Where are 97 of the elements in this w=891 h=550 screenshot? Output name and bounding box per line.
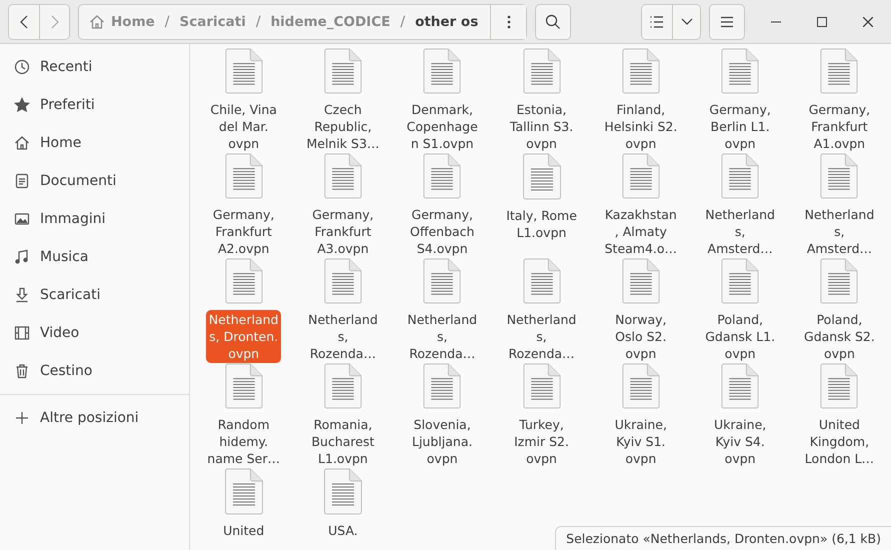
sidebar-item[interactable]: Scaricati: [0, 276, 189, 314]
file-name[interactable]: Romania, Bucharest L1.ovpn: [308, 415, 378, 468]
sidebar-item[interactable]: Cestino: [0, 352, 189, 390]
file-name[interactable]: Germany, Berlin L1. ovpn: [706, 100, 774, 153]
path-segment[interactable]: other os: [411, 8, 482, 36]
file-name[interactable]: United Kingdom, London L…: [802, 415, 878, 468]
menu-button[interactable]: [709, 4, 745, 40]
sidebar-item[interactable]: Preferiti: [0, 86, 189, 124]
music-note-icon: [14, 249, 30, 265]
text-file-icon: [522, 258, 562, 305]
file-name[interactable]: Germany, Offenbach S4.ovpn: [407, 205, 478, 258]
text-file-icon: [522, 153, 562, 201]
file-name[interactable]: Ukraine, Kyiv S4. ovpn: [711, 415, 770, 468]
sidebar-item[interactable]: Musica: [0, 238, 189, 276]
text-file-icon: [224, 258, 264, 305]
trash-icon: [14, 363, 30, 379]
file-name[interactable]: Poland, Gdansk S2. ovpn: [801, 310, 878, 363]
text-file-icon: [522, 48, 562, 95]
home-icon: [89, 14, 105, 30]
plus-icon: [14, 410, 30, 426]
path-separator: /: [254, 14, 262, 30]
list-icon: [649, 14, 665, 30]
text-file-icon: [322, 258, 363, 305]
file-name[interactable]: Netherland s, Dronten. ovpn: [206, 310, 282, 363]
file-name[interactable]: Slovenia, Ljubljana. ovpn: [409, 415, 476, 468]
minimize-icon: [771, 20, 781, 22]
text-file-icon: [720, 48, 760, 95]
text-file-icon: [422, 153, 462, 200]
file-name[interactable]: USA.: [325, 521, 361, 540]
text-file-icon: [720, 153, 760, 200]
search-button[interactable]: [535, 4, 571, 40]
text-file-icon: [620, 258, 661, 305]
text-file-icon: [620, 363, 661, 410]
file-name[interactable]: Germany, Frankfurt A3.ovpn: [309, 205, 377, 258]
document-icon: [14, 173, 30, 189]
sidebar-item[interactable]: Home: [0, 124, 189, 162]
text-file-icon: [620, 153, 661, 200]
text-file-icon: [322, 153, 363, 200]
search-icon: [545, 14, 561, 30]
text-file-icon: [819, 48, 860, 95]
text-file-icon: [720, 363, 760, 410]
file-name[interactable]: Netherland s, Rozenda…: [504, 310, 580, 363]
chevron-right-icon: [50, 14, 58, 28]
chevron-left-icon: [20, 14, 28, 28]
text-file-icon: [819, 258, 860, 305]
path-separator: /: [164, 14, 171, 30]
text-file-icon: [224, 363, 264, 410]
film-icon: [14, 325, 30, 341]
text-file-icon: [322, 468, 363, 516]
star-icon: [14, 97, 30, 113]
maximize-icon: [817, 16, 827, 26]
file-name[interactable]: Italy, Rome L1.ovpn: [503, 206, 580, 242]
clock-icon: [14, 59, 30, 75]
file-name[interactable]: Denmark, Copenhage n S1.ovpn: [404, 100, 481, 153]
text-file-icon: [224, 468, 264, 516]
file-name[interactable]: Czech Republic, Melnik S3…: [303, 100, 382, 153]
file-name[interactable]: Norway, Oslo S2. ovpn: [612, 310, 670, 363]
file-name[interactable]: Chile, Vina del Mar. ovpn: [207, 100, 280, 153]
file-name[interactable]: Netherland s, Amsterd…: [802, 205, 878, 258]
sidebar-item[interactable]: Documenti: [0, 162, 189, 200]
text-file-icon: [720, 258, 760, 305]
chevron-down-icon: [680, 18, 692, 26]
vertical-dots-icon: [506, 14, 510, 28]
file-name[interactable]: Poland, Gdansk L1. ovpn: [702, 310, 778, 363]
file-name[interactable]: Germany, Frankfurt A1.ovpn: [806, 100, 874, 153]
download-icon: [14, 287, 30, 303]
text-file-icon: [322, 48, 363, 95]
file-name[interactable]: Netherland s, Amsterd…: [702, 205, 778, 258]
file-name[interactable]: Random hidemy. name Ser…: [204, 415, 283, 468]
sidebar-item[interactable]: Recenti: [0, 48, 189, 86]
text-file-icon: [522, 363, 562, 410]
text-file-icon: [224, 153, 264, 200]
sidebar-item[interactable]: Video: [0, 314, 189, 352]
text-file-icon: [422, 363, 462, 410]
status-bar: Selezionato «Netherlands, Dronten.ovpn» (6,1 kB): [555, 526, 891, 550]
text-file-icon: [422, 258, 462, 305]
sidebar-item[interactable]: Immagini: [0, 200, 189, 238]
image-icon: [14, 211, 30, 227]
text-file-icon: [819, 363, 860, 410]
text-file-icon: [620, 48, 661, 95]
file-name[interactable]: Turkey, Izmir S2. ovpn: [511, 415, 572, 468]
file-name[interactable]: Ukraine, Kyiv S1. ovpn: [612, 415, 670, 468]
text-file-icon: [819, 153, 860, 200]
text-file-icon: [422, 48, 462, 95]
text-file-icon: [322, 363, 363, 410]
file-name[interactable]: Finland, Helsinki S2. ovpn: [601, 100, 680, 153]
file-name[interactable]: Germany, Frankfurt A2.ovpn: [210, 205, 278, 258]
file-name[interactable]: Kazakhstan , Almaty Steam4.o…: [602, 205, 680, 258]
file-name[interactable]: Estonia, Tallinn S3. ovpn: [506, 100, 576, 153]
home-icon: [14, 135, 30, 151]
close-icon: [863, 16, 873, 26]
sidebar-item[interactable]: Altre posizioni: [0, 399, 189, 437]
path-separator: /: [399, 14, 406, 30]
text-file-icon: [224, 48, 264, 95]
file-name[interactable]: Netherland s, Rozenda…: [305, 310, 381, 363]
file-name[interactable]: United: [220, 521, 268, 540]
file-name[interactable]: Netherland s, Rozenda…: [404, 310, 480, 363]
